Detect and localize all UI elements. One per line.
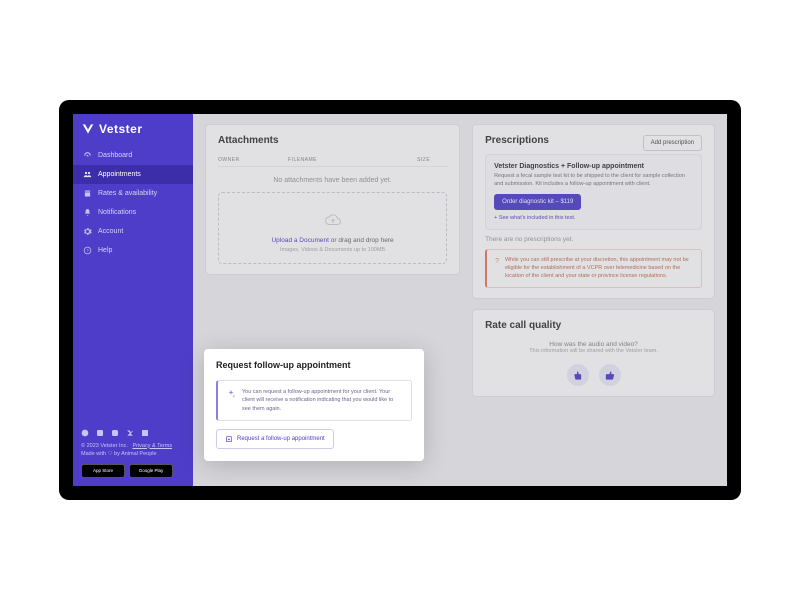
nav-appointments[interactable]: Appointments: [73, 165, 193, 184]
app-screen: Vetster Dashboard Appointments Rates & a…: [73, 114, 727, 486]
svg-text:?: ?: [86, 248, 89, 253]
rating-thumbs: [485, 364, 702, 386]
col-filename: FILENAME: [288, 157, 387, 163]
made-with: Made with ♡ by Animal People: [81, 450, 185, 458]
vcpr-warning: ? While you can still prescribe at your …: [485, 249, 702, 288]
upload-text: Upload a Document or drag and drop here: [227, 237, 438, 244]
bell-icon: [83, 208, 92, 217]
request-followup-button[interactable]: Request a follow-up appointment: [216, 429, 334, 449]
app-store-badge[interactable]: App Store: [81, 464, 125, 478]
facebook-icon[interactable]: [96, 429, 104, 437]
column-right: Prescriptions Add prescription Vetster D…: [472, 124, 715, 476]
upload-link[interactable]: Upload a Document: [271, 237, 328, 244]
diagnostics-promo: Vetster Diagnostics + Follow-up appointm…: [485, 154, 702, 230]
google-play-badge[interactable]: Google Play: [129, 464, 173, 478]
rate-sub: This information will be shared with the…: [485, 348, 702, 354]
sidebar-footer: © 2023 Vetster Inc. Privacy & Terms Made…: [73, 423, 193, 487]
nav-label: Account: [98, 228, 123, 235]
gear-icon: [83, 227, 92, 236]
calendar-icon: [83, 189, 92, 198]
col-owner: OWNER: [218, 157, 258, 163]
calendar-plus-icon: [225, 435, 233, 443]
nav-label: Notifications: [98, 209, 136, 216]
nav-label: Rates & availability: [98, 190, 157, 197]
upload-dropzone[interactable]: Upload a Document or drag and drop here …: [218, 192, 447, 264]
cloud-upload-icon: [322, 211, 344, 229]
prescriptions-card: Prescriptions Add prescription Vetster D…: [472, 124, 715, 299]
twitter-icon[interactable]: [126, 429, 134, 437]
followup-title: Request follow-up appointment: [216, 360, 412, 370]
social-links: [81, 429, 185, 437]
followup-button-label: Request a follow-up appointment: [237, 436, 325, 442]
rate-question: How was the audio and video?: [485, 341, 702, 348]
rate-call-card: Rate call quality How was the audio and …: [472, 309, 715, 397]
linkedin-icon[interactable]: [141, 429, 149, 437]
prescriptions-empty: There are no prescriptions yet.: [485, 236, 702, 243]
device-frame: Vetster Dashboard Appointments Rates & a…: [59, 100, 741, 500]
thumbs-up-button[interactable]: [599, 364, 621, 386]
promo-desc: Request a fecal sample test kit to be sh…: [494, 173, 693, 188]
see-included-link[interactable]: + See what's included in this test.: [494, 215, 693, 221]
pinterest-icon[interactable]: [81, 429, 89, 437]
thumbs-up-icon: [604, 370, 615, 381]
brand-name: Vetster: [99, 122, 143, 136]
attachments-empty: No attachments have been added yet.: [218, 167, 447, 192]
nav-dashboard[interactable]: Dashboard: [73, 146, 193, 165]
thumbs-down-button[interactable]: [567, 364, 589, 386]
brand-logo[interactable]: Vetster: [73, 114, 193, 146]
thumbs-down-icon: [572, 370, 583, 381]
nav-help[interactable]: ? Help: [73, 241, 193, 260]
warning-text: While you can still prescribe at your di…: [505, 257, 693, 280]
sidebar-nav: Dashboard Appointments Rates & availabil…: [73, 146, 193, 260]
nav-notifications[interactable]: Notifications: [73, 203, 193, 222]
vetster-logo-icon: [81, 122, 95, 136]
users-icon: [83, 170, 92, 179]
sidebar: Vetster Dashboard Appointments Rates & a…: [73, 114, 193, 486]
followup-info: You can request a follow-up appointment …: [216, 380, 412, 421]
add-prescription-button[interactable]: Add prescription: [643, 135, 702, 151]
nav-label: Help: [98, 247, 112, 254]
nav-label: Appointments: [98, 171, 141, 178]
col-size: SIZE: [417, 157, 447, 163]
attachments-title: Attachments: [218, 135, 447, 146]
attachments-card: Attachments OWNER FILENAME SIZE No attac…: [205, 124, 460, 275]
upload-sub: Images, Videos & Documents up to 100MB: [227, 247, 438, 253]
nav-account[interactable]: Account: [73, 222, 193, 241]
nav-rates[interactable]: Rates & availability: [73, 184, 193, 203]
gauge-icon: [83, 151, 92, 160]
privacy-link[interactable]: Privacy & Terms: [132, 443, 172, 449]
help-icon: ?: [83, 246, 92, 255]
store-badges: App Store Google Play: [81, 464, 185, 478]
instagram-icon[interactable]: [111, 429, 119, 437]
attachments-header: OWNER FILENAME SIZE: [218, 154, 447, 167]
sparkle-icon: [226, 389, 236, 399]
order-kit-button[interactable]: Order diagnostic kit – $119: [494, 194, 581, 210]
promo-title: Vetster Diagnostics + Follow-up appointm…: [494, 163, 693, 170]
copyright-line: © 2023 Vetster Inc. Privacy & Terms: [81, 442, 185, 450]
rate-title: Rate call quality: [485, 320, 702, 331]
followup-card: Request follow-up appointment You can re…: [204, 349, 424, 461]
question-icon: ?: [495, 257, 499, 280]
followup-info-text: You can request a follow-up appointment …: [242, 388, 403, 413]
nav-label: Dashboard: [98, 152, 132, 159]
prescriptions-title: Prescriptions: [485, 135, 549, 146]
